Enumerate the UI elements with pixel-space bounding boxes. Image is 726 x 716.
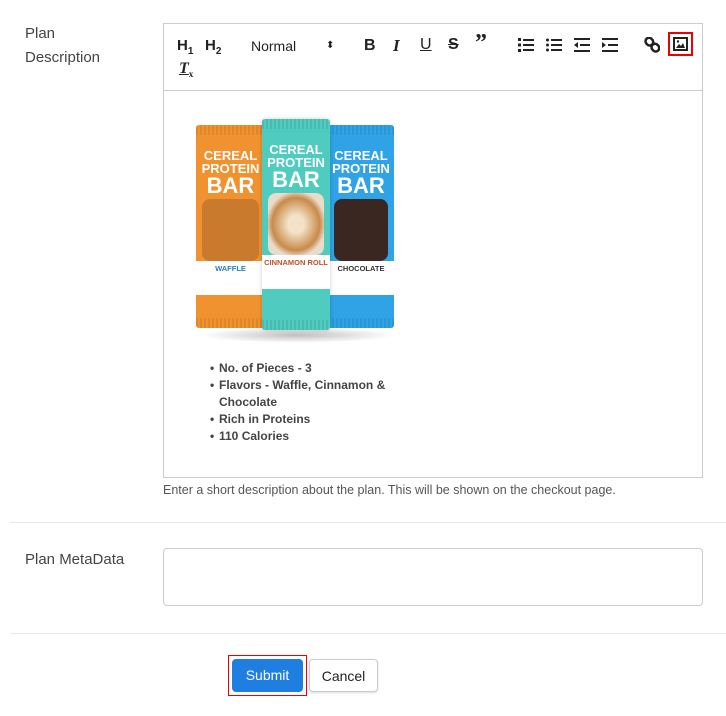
flavor-text: CHOCOLATE bbox=[337, 264, 385, 273]
plan-metadata-input[interactable] bbox=[163, 548, 703, 606]
list-item: Flavors - Waffle, Cinnamon & Chocolate bbox=[210, 377, 400, 411]
header-1-button[interactable]: H1 bbox=[177, 37, 193, 61]
indent-icon[interactable] bbox=[602, 38, 618, 52]
format-select-value: Normal bbox=[251, 38, 297, 54]
product-bar-cinnamon: CEREAL PROTEIN BAR CINNAMON ROLL bbox=[262, 119, 330, 330]
outdent-icon[interactable] bbox=[574, 38, 590, 52]
label-line: Plan bbox=[25, 25, 56, 42]
editor-toolbar: H1 H2 Normal ⬍ B I U S ” Tx bbox=[164, 24, 702, 91]
plan-metadata-label: Plan MetaData bbox=[25, 551, 125, 568]
bullet-list-icon[interactable] bbox=[546, 38, 562, 52]
chevron-updown-icon: ⬍ bbox=[326, 40, 335, 51]
underline-button[interactable]: U bbox=[420, 36, 432, 54]
cancel-button[interactable]: Cancel bbox=[309, 659, 378, 692]
h1-label: 1 bbox=[187, 46, 194, 57]
flavor-text: CINNAMON ROLL bbox=[264, 258, 328, 267]
format-select[interactable]: Normal ⬍ bbox=[251, 37, 334, 55]
italic-button[interactable]: I bbox=[393, 37, 400, 55]
list-item: Rich in Proteins bbox=[210, 411, 400, 428]
ordered-list-icon[interactable] bbox=[518, 38, 534, 52]
bar-text: BAR bbox=[337, 173, 385, 198]
divider bbox=[10, 522, 726, 523]
list-item: No. of Pieces - 3 bbox=[210, 360, 400, 377]
image-button[interactable] bbox=[668, 32, 693, 56]
product-bar-chocolate: CEREAL PROTEIN BAR CHOCOLATE bbox=[328, 125, 394, 328]
header-2-button[interactable]: H2 bbox=[205, 37, 221, 61]
link-icon[interactable] bbox=[644, 37, 660, 53]
clear-format-icon[interactable]: Tx bbox=[179, 60, 193, 83]
label-line: Description bbox=[25, 49, 101, 66]
divider bbox=[10, 633, 726, 634]
bullet-list: No. of Pieces - 3 Flavors - Waffle, Cinn… bbox=[210, 360, 400, 445]
product-bar-waffle: CEREAL PROTEIN BAR WAFFLE bbox=[196, 125, 265, 328]
bold-button[interactable]: B bbox=[364, 37, 376, 55]
bar-text: BAR bbox=[206, 173, 255, 198]
description-help-text: Enter a short description about the plan… bbox=[163, 483, 616, 497]
plan-description-label: Plan Description bbox=[25, 22, 100, 70]
list-item: 110 Calories bbox=[210, 428, 400, 445]
bar-text: BAR bbox=[272, 167, 320, 192]
strike-button[interactable]: S bbox=[448, 36, 459, 54]
blockquote-icon[interactable]: ” bbox=[475, 31, 487, 55]
submit-button[interactable]: Submit bbox=[232, 659, 303, 692]
product-image: CEREAL PROTEIN BAR WAFFLE CEREAL PROTEIN… bbox=[190, 115, 405, 350]
flavor-text: WAFFLE bbox=[215, 264, 246, 273]
